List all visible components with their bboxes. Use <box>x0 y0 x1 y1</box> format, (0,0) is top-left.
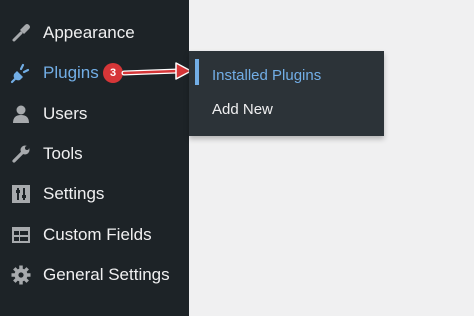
sidebar-item-users[interactable]: Users <box>0 94 189 134</box>
user-icon <box>10 103 32 125</box>
submenu-add-new[interactable]: Add New <box>212 101 273 118</box>
admin-sidebar: Appearance Plugins 3 Users Tools Setting… <box>0 0 189 316</box>
sidebar-item-general-settings[interactable]: General Settings <box>0 255 189 295</box>
plugins-submenu: Installed Plugins Add New <box>189 51 384 136</box>
sidebar-item-label: Settings <box>43 184 105 203</box>
annotation-arrow <box>121 62 192 80</box>
sidebar-item-custom-fields[interactable]: Custom Fields <box>0 215 189 255</box>
paintbrush-icon <box>10 22 32 44</box>
sidebar-item-label: Custom Fields <box>43 225 152 244</box>
sidebar-item-appearance[interactable]: Appearance <box>0 13 189 53</box>
wrench-icon <box>10 143 32 165</box>
sidebar-item-label: Tools <box>43 144 83 163</box>
sidebar-item-settings[interactable]: Settings <box>0 174 189 214</box>
current-item-indicator <box>195 59 199 85</box>
plug-icon <box>10 62 32 84</box>
table-icon <box>10 224 32 246</box>
sidebar-item-tools[interactable]: Tools <box>0 134 189 174</box>
gear-icon <box>10 264 32 286</box>
sidebar-item-label: General Settings <box>43 265 170 284</box>
sidebar-item-label: Appearance <box>43 23 135 42</box>
sidebar-item-label: Plugins <box>43 63 99 82</box>
sidebar-item-label: Users <box>43 104 88 123</box>
sliders-icon <box>10 183 32 205</box>
submenu-installed-plugins[interactable]: Installed Plugins <box>212 67 321 84</box>
